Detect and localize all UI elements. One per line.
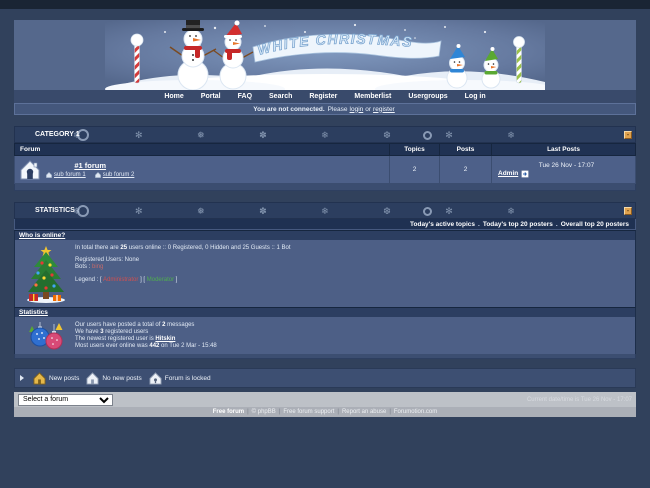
nav-search[interactable]: Search [269,93,292,100]
bot-name: bing [92,264,103,270]
statistics-body: Our users have posted a total of 2 messa… [14,317,636,354]
newest-user-link[interactable]: Hitskin [155,336,175,342]
bots-line: Bots : bing [75,264,633,271]
statistics-footer-strip [14,354,636,359]
statistics-link[interactable]: Statistics [19,309,48,316]
top-posters-overall-link[interactable]: Overall top 20 posters [561,221,629,228]
connection-please: Please [328,106,348,113]
legend-no-new-posts: No new posts [86,372,141,385]
register-link[interactable]: register [373,106,395,113]
connection-or: or [365,106,371,113]
subforum-icon [46,172,52,178]
subforum-icon [95,172,101,178]
wreath-icon [77,205,89,217]
collapse-statistics-button[interactable]: - [624,207,632,215]
current-datetime: Current date/time is Tue 26 Nov - 17:07 [527,397,632,403]
last-post-date: Tue 26 Nov - 17:07 [498,162,635,169]
subforum-link-1[interactable]: sub forum 1 [46,172,86,178]
top-posters-today-link[interactable]: Today's top 20 posters [483,221,553,228]
connection-status: You are not connected. [253,106,324,113]
ornaments-icon [28,322,64,350]
collapse-category-button[interactable]: - [624,131,632,139]
forum-row: #1 forum sub forum 1 sub forum 2 [15,156,636,184]
nav-usergroups[interactable]: Usergroups [408,93,447,100]
nav-home[interactable]: Home [164,93,183,100]
category-title: Category 1 [35,131,87,138]
legend-forum-locked: Forum is locked [149,372,211,385]
who-is-online-link[interactable]: Who is online? [19,232,65,239]
topics-count: 2 [390,156,440,184]
legend-new-posts: New posts [33,372,79,385]
free-forum-link[interactable]: Free forum [213,409,244,415]
main-nav: Home Portal FAQ Search Register Memberli… [14,90,636,103]
forum-page: WHITE CHRISTMAS [14,20,636,417]
christmas-tree-icon [24,245,68,303]
nav-register[interactable]: Register [309,93,337,100]
subforum-link-2[interactable]: sub forum 2 [95,172,135,178]
bullet-arrow-icon [20,375,24,381]
header-banner: WHITE CHRISTMAS [14,20,636,90]
moderator-legend: Moderator [147,277,174,283]
jump-to-forum-select[interactable]: Select a forum [18,394,113,406]
christmas-banner-image: WHITE CHRISTMAS [105,20,545,90]
statistics-link-row: Statistics [14,307,636,317]
registered-users-line: Registered Users: None [75,257,633,264]
nav-login[interactable]: Log in [465,93,486,100]
snowflake-decor-icons: ❄ ✻ ❅ ✽ ❄ ❆ ✻ ❄ [73,130,633,141]
page-footer: Select a forum Current date/time is Tue … [14,392,636,417]
wreath-icon [423,131,432,140]
forumotion-link[interactable]: Forumotion.com [394,409,437,415]
new-posts-icon [33,372,46,385]
nav-faq[interactable]: FAQ [238,93,252,100]
connection-status-bar: You are not connected. Please login or r… [14,103,636,115]
col-topics: Topics [390,144,440,156]
snowflake-decor-icons: ❄ ✻ ❅ ✽ ❄ ❆ ✻ ❄ [73,206,633,217]
category-footer-strip [15,184,636,191]
category-header: Category 1 ❄ ✻ ❅ ✽ ❄ ❆ ✻ ❄ - [14,126,636,143]
dot-separator: . [478,221,480,228]
online-count-line: In total there are 25 users online :: 0 … [75,245,633,252]
total-messages-line: Our users have posted a total of 2 messa… [75,322,633,329]
nav-memberlist[interactable]: Memberlist [354,93,391,100]
registered-count-line: We have 3 registered users [75,329,633,336]
col-forum: Forum [15,144,390,156]
forum-support-link[interactable]: Free forum support [283,409,334,415]
login-link[interactable]: login [350,106,364,113]
top-posters-bar: Today's active topics . Today's top 20 p… [14,219,636,230]
administrator-legend: Administrator [103,277,138,283]
goto-last-post-icon[interactable] [521,170,529,178]
col-last-posts: Last Posts [492,144,636,156]
forum-status-icon [19,159,41,181]
statistics-title: Statistics [35,207,75,214]
posts-legend-bar: New posts No new posts Forum is locked [14,368,636,388]
forum-link[interactable]: #1 forum [46,161,134,170]
top-strip [0,0,650,9]
report-abuse-link[interactable]: Report an abuse [342,409,386,415]
wreath-icon [423,207,432,216]
statistics-header: Statistics ❄ ✻ ❅ ✽ ❄ ❆ ✻ ❄ - [14,202,636,219]
no-new-posts-icon [86,372,99,385]
newest-user-line: The newest registered user is Hitskin [75,336,633,343]
posts-count: 2 [440,156,492,184]
most-online-line: Most users ever online was 442 on Tue 2 … [75,343,633,350]
legend-line: Legend : [ Administrator ] [ Moderator ] [75,277,633,284]
nav-portal[interactable]: Portal [201,93,221,100]
dot-separator: . [556,221,558,228]
footer-links: Free forum | © phpBB | Free forum suppor… [14,407,636,417]
col-posts: Posts [440,144,492,156]
last-post-author-link[interactable]: Admin [498,170,518,177]
who-is-online-body: In total there are 25 users online :: 0 … [14,240,636,307]
who-is-online-row: Who is online? [14,230,636,240]
forum-table: Forum Topics Posts Last Posts #1 forum [14,143,636,191]
forum-locked-icon [149,372,162,385]
phpbb-link[interactable]: © phpBB [252,409,276,415]
active-topics-link[interactable]: Today's active topics [410,221,475,228]
